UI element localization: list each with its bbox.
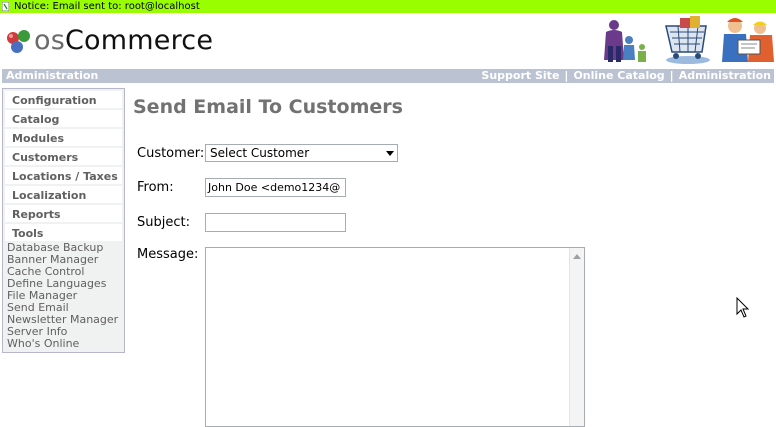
header-illustrations: [604, 16, 774, 64]
link-separator: |: [564, 69, 569, 82]
menu-configuration[interactable]: Configuration: [5, 91, 122, 108]
sidebar: Configuration Catalog Modules Customers …: [2, 88, 125, 353]
oscommerce-logo[interactable]: osCommerce: [4, 24, 213, 60]
message-textarea[interactable]: [205, 247, 585, 427]
message-label: Message:: [137, 247, 199, 262]
scroll-up-arrow-icon[interactable]: [573, 254, 581, 259]
chevron-down-icon: [386, 151, 394, 156]
administration-link[interactable]: Administration: [679, 69, 771, 82]
menu-catalog[interactable]: Catalog: [5, 110, 122, 127]
family-icon: [604, 20, 646, 62]
subject-label: Subject:: [137, 215, 190, 230]
customer-select[interactable]: Select Customer: [205, 144, 398, 162]
admin-bar-links: Support Site | Online Catalog | Administrati…: [481, 69, 771, 83]
menu-modules[interactable]: Modules: [5, 129, 122, 146]
message-scrollbar[interactable]: [569, 248, 584, 426]
online-catalog-link[interactable]: Online Catalog: [573, 69, 664, 82]
shopping-cart-icon: [665, 16, 710, 64]
notice-icon: [2, 2, 9, 11]
admin-bar: Administration Support Site | Online Catal…: [2, 69, 774, 83]
admin-bar-title: Administration: [6, 69, 99, 82]
customer-select-value: Select Customer: [210, 146, 310, 160]
menu-localization[interactable]: Localization: [5, 186, 122, 203]
menu-reports[interactable]: Reports: [5, 205, 122, 222]
menu-customers[interactable]: Customers: [5, 148, 122, 165]
logo-balls-icon: [7, 30, 30, 53]
from-input[interactable]: John Doe <demo1234@: [205, 178, 346, 197]
link-separator: |: [669, 69, 674, 82]
notice-bar: Notice: Email sent to: root@localhost: [0, 0, 776, 13]
workers-icon: [722, 18, 774, 62]
tools-whos-online[interactable]: Who's Online: [7, 338, 125, 350]
support-site-link[interactable]: Support Site: [481, 69, 559, 82]
mouse-cursor-icon: [736, 297, 750, 318]
menu-locations-taxes[interactable]: Locations / Taxes: [5, 167, 122, 184]
header: osCommerce: [0, 13, 776, 69]
notice-text: Notice: Email sent to: root@localhost: [14, 1, 200, 12]
page-title: Send Email To Customers: [133, 96, 403, 118]
customer-label: Customer:: [137, 146, 205, 161]
menu-tools[interactable]: Tools: [5, 224, 122, 241]
from-label: From:: [137, 180, 174, 195]
logo-text: osCommerce: [34, 25, 214, 56]
subject-input[interactable]: [205, 213, 346, 232]
